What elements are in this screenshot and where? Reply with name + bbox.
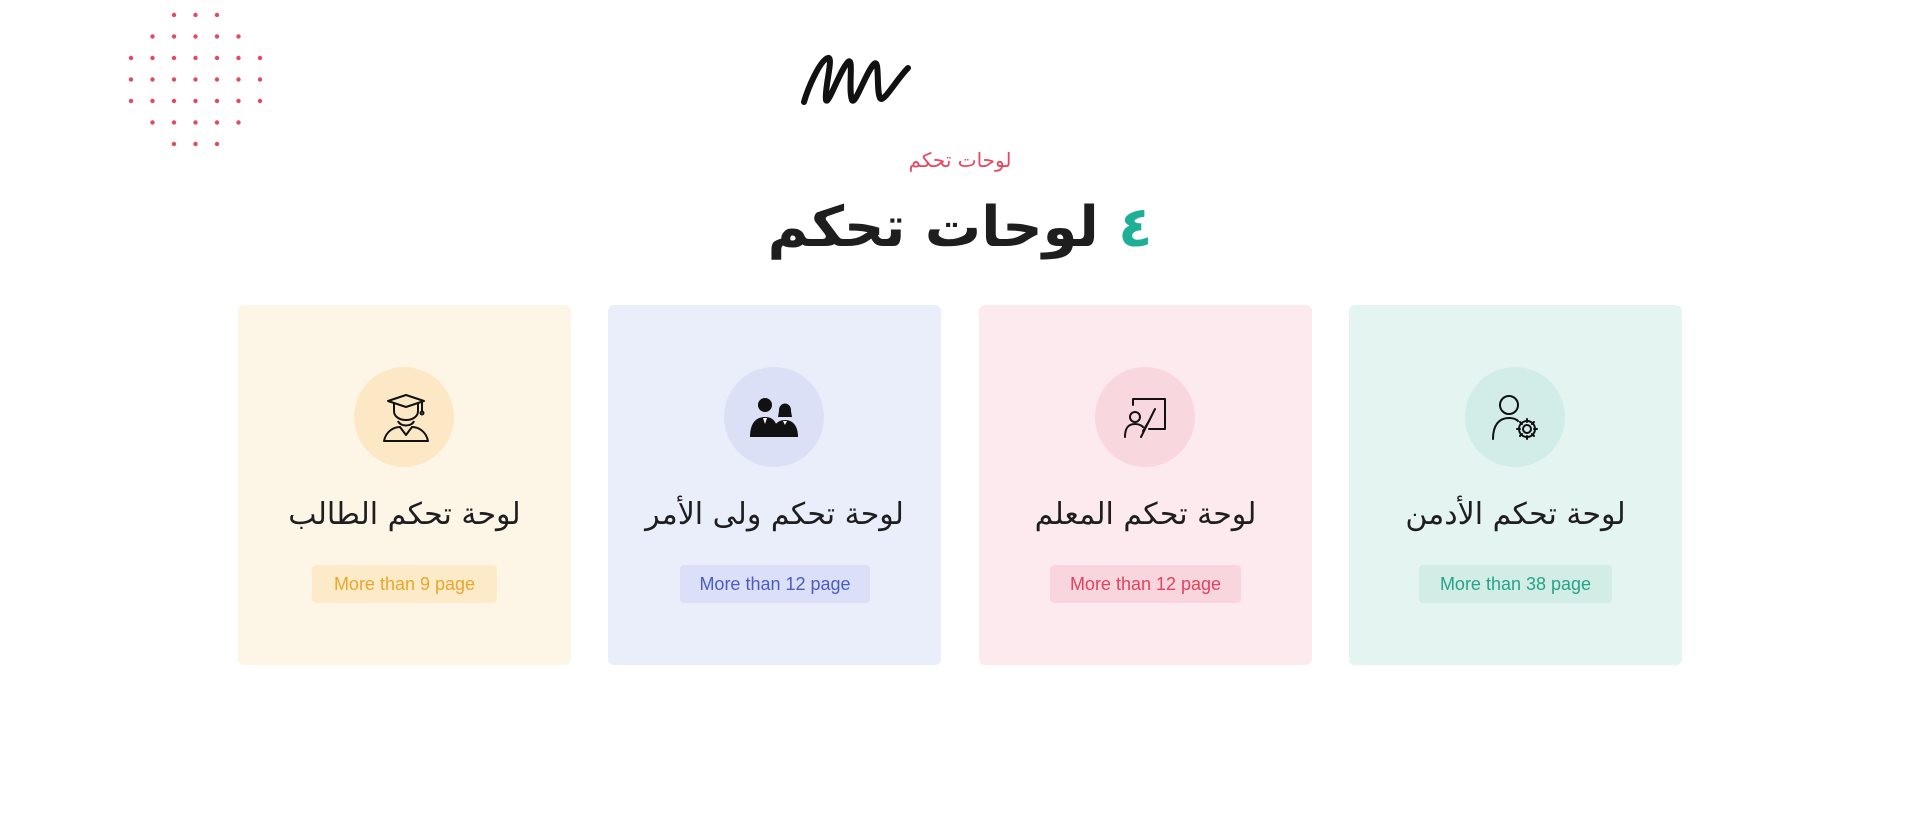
- pages-count-badge: More than 38 page: [1419, 565, 1612, 603]
- decorative-dot: [214, 55, 220, 61]
- decorative-dot: [128, 77, 134, 82]
- decorative-dot: [193, 55, 198, 61]
- decorative-dot: [171, 98, 177, 104]
- pages-count-badge: More than 9 page: [312, 565, 497, 603]
- decorative-dot: [171, 34, 177, 39]
- heading-text: لوحات تحكم: [767, 195, 1099, 260]
- card-title: لوحة تحكم المعلم: [1034, 497, 1257, 532]
- decorative-dot: [150, 120, 155, 125]
- decorative-dot: [236, 55, 241, 61]
- decorative-dot: [128, 98, 134, 104]
- decorative-dot: [128, 55, 134, 61]
- decorative-dot: [171, 141, 177, 147]
- decorative-dot: [257, 55, 263, 61]
- decorative-dot: [171, 55, 177, 61]
- teacher-board-icon: [1124, 398, 1166, 438]
- decorative-dot: [150, 98, 155, 104]
- decorative-dot: [214, 34, 220, 39]
- decorative-dot: [150, 34, 155, 39]
- decorative-dot: [193, 77, 198, 82]
- decorative-dot: [236, 120, 241, 125]
- decorative-dot: [193, 12, 198, 18]
- admin-user-gear-icon: [1492, 395, 1538, 440]
- decorative-dot: [150, 77, 155, 82]
- pages-count-badge: More than 12 page: [680, 565, 870, 603]
- decorative-dot: [193, 120, 198, 125]
- decorative-dot: [214, 141, 220, 147]
- card-parent-dashboard[interactable]: لوحة تحكم ولى الأمر More than 12 page: [608, 305, 941, 665]
- decorative-dot: [257, 98, 263, 104]
- decorative-dot: [236, 77, 241, 82]
- decorative-dot: [214, 12, 220, 18]
- section-heading: ٤ لوحات تحكم: [0, 188, 1920, 268]
- card-title: لوحة تحكم ولى الأمر: [645, 497, 904, 532]
- dashboards-section: لوحات تحكم ٤ لوحات تحكم لوحة تحكم الطالب…: [0, 0, 1920, 815]
- card-title: لوحة تحكم الطالب: [288, 497, 521, 532]
- decorative-dot: [171, 12, 177, 18]
- squiggle-logo-icon: [801, 54, 911, 105]
- card-admin-dashboard[interactable]: لوحة تحكم الأدمن More than 38 page: [1349, 305, 1682, 665]
- card-teacher-dashboard[interactable]: لوحة تحكم المعلم More than 12 page: [979, 305, 1312, 665]
- student-graduate-icon: [383, 394, 429, 442]
- decorative-dot: [236, 34, 241, 39]
- icon-circle: [724, 367, 824, 467]
- decorative-dot: [171, 77, 177, 82]
- decorative-dot: [236, 98, 241, 104]
- card-student-dashboard[interactable]: لوحة تحكم الطالب More than 9 page: [238, 305, 571, 665]
- icon-circle: [1465, 367, 1565, 467]
- decorative-dots: [128, 12, 263, 147]
- icon-circle: [1095, 367, 1195, 467]
- decorative-dot: [193, 34, 198, 39]
- pages-count-badge: More than 12 page: [1050, 565, 1241, 603]
- decorative-dot: [214, 120, 220, 125]
- section-eyebrow: لوحات تحكم: [908, 148, 1012, 172]
- dashboard-cards: لوحة تحكم الطالب More than 9 page لوحة ت…: [238, 305, 1682, 665]
- decorative-dot: [214, 98, 220, 104]
- decorative-dot: [214, 77, 220, 82]
- decorative-dot: [150, 55, 155, 61]
- heading-number: ٤: [1118, 195, 1153, 260]
- decorative-dot: [171, 120, 177, 125]
- decorative-dot: [193, 141, 198, 147]
- icon-circle: [354, 367, 454, 467]
- parents-icon: [750, 398, 798, 437]
- card-title: لوحة تحكم الأدمن: [1405, 497, 1626, 532]
- decorative-dot: [193, 98, 198, 104]
- decorative-dot: [257, 77, 263, 82]
